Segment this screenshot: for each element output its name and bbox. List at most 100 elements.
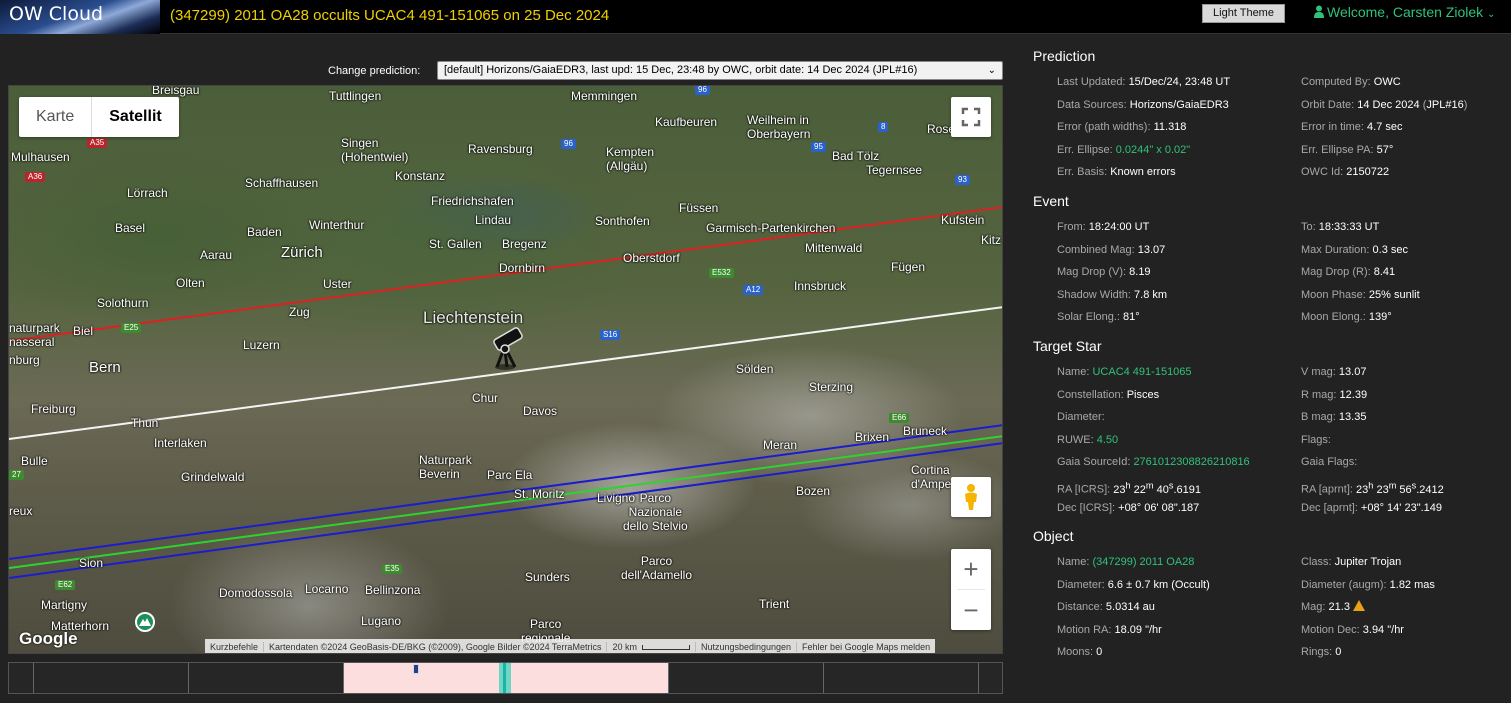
map-label: Sölden	[736, 362, 774, 376]
info-row: Flags:	[1301, 433, 1331, 446]
map-type-karte-button[interactable]: Karte	[19, 97, 91, 137]
map-label: Zug	[289, 305, 310, 319]
road-shield: 96	[561, 139, 576, 149]
prediction-select[interactable]: [default] Horizons/GaiaEDR3, last upd: 1…	[437, 61, 1003, 80]
map-label: St. Gallen	[429, 237, 482, 251]
gaia-source-link[interactable]: 2761012308826210816	[1133, 456, 1249, 468]
map-label: Zürich	[281, 244, 323, 261]
app-logo[interactable]: OW Cloud	[0, 0, 160, 34]
street-view-pegman-button[interactable]	[951, 477, 991, 517]
error-ellipse-link[interactable]: 0.0244" x 0.02"	[1116, 144, 1190, 156]
ruwe-link[interactable]: 4.50	[1097, 434, 1118, 446]
target-star-title: Target Star	[1033, 337, 1102, 354]
info-row: Constellation: Pisces	[1057, 388, 1160, 401]
report-error-link[interactable]: Fehler bei Google Maps melden	[796, 641, 935, 652]
zoom-in-button[interactable]: +	[951, 549, 991, 589]
info-row: Mag Drop (V): 8.19	[1057, 266, 1151, 279]
map-data-credit[interactable]: Kartendaten ©2024 GeoBasis-DE/BKG (©2009…	[263, 641, 606, 652]
info-row: Computed By: OWC	[1301, 76, 1401, 88]
info-row: Diameter (augm): 1.82 mas	[1301, 578, 1435, 591]
map-label: Grindelwald	[181, 470, 245, 484]
map-label: Uster	[323, 277, 352, 291]
map-label: Chur	[472, 391, 499, 405]
road-shield: S16	[600, 330, 621, 340]
map-label: Thun	[131, 416, 159, 430]
road-shield: E532	[709, 268, 734, 278]
map-label: nburg	[9, 353, 40, 367]
info-row: Moon Phase: 25% sunlit	[1301, 288, 1420, 301]
info-row: R mag: 12.39	[1301, 388, 1368, 401]
map-label: Brixen	[855, 430, 890, 444]
info-row: Error (path widths): 11.318	[1057, 121, 1187, 134]
map-label: Friedrichshafen	[431, 194, 514, 208]
map-label: naturpark	[9, 321, 60, 335]
map-label: Garmisch-Partenkirchen	[706, 221, 836, 235]
map-label: Bad Tölz	[832, 149, 880, 163]
info-row: Motion RA: 18.09 "/hr	[1057, 623, 1162, 636]
zoom-out-button[interactable]: −	[951, 590, 991, 630]
map-label: Locarno	[305, 582, 349, 596]
terms-link[interactable]: Nutzungsbedingungen	[694, 641, 796, 652]
map-label: reux	[9, 504, 33, 518]
south-limit-line	[9, 435, 1002, 569]
map-label: Kitz	[981, 233, 1002, 247]
prediction-title: Prediction	[1033, 48, 1096, 64]
map-label: Kempten (Allgäu)	[606, 145, 655, 173]
warning-icon[interactable]	[1352, 600, 1365, 612]
map-label: Olten	[176, 276, 205, 290]
map-label: Parco dell'Adamello	[621, 554, 692, 582]
map-label: Parco Nazionale dello Stelvio	[623, 491, 688, 533]
info-row: Moon Elong.: 139°	[1301, 311, 1392, 324]
map-label: Domodossola	[219, 586, 293, 600]
map-label: Aarau	[200, 248, 233, 262]
object-title: Object	[1033, 528, 1074, 545]
user-menu[interactable]: Welcome, Carsten Ziolek ⌄	[1314, 4, 1495, 20]
time-slider[interactable]	[8, 662, 1003, 694]
keyboard-shortcuts-link[interactable]: Kurzbefehle	[205, 642, 263, 652]
scale-bar[interactable]: 20 km	[606, 641, 695, 652]
mountain-poi-icon[interactable]	[135, 612, 155, 632]
road-shield: A36	[25, 172, 46, 182]
telescope-marker-icon[interactable]	[489, 323, 527, 376]
app-logo-text: OW Cloud	[9, 3, 104, 25]
timeline-handle[interactable]	[413, 664, 419, 674]
fullscreen-icon	[961, 107, 981, 127]
map-type-toggle: Karte Satellit	[19, 97, 179, 137]
road-shield: 8	[878, 122, 889, 132]
road-shield: A35	[87, 138, 108, 148]
road-shield: 95	[811, 142, 826, 152]
map-label: Bern	[89, 359, 121, 376]
map-label: Konstanz	[395, 169, 446, 183]
map-view[interactable]: Breisgau Tuttlingen Memmingen Mulhausen …	[8, 85, 1003, 654]
object-name-link[interactable]: (347299) 2011 OA28	[1092, 556, 1194, 568]
prediction-section: Prediction Last Updated: 15/Dec/24, 23:4…	[1033, 48, 1503, 184]
object-section: Object Name: (347299) 2011 OA28 Class: J…	[1033, 528, 1503, 664]
map-label: Ravensburg	[468, 142, 533, 156]
map-attribution: Kurzbefehle Kartendaten ©2024 GeoBasis-D…	[205, 639, 936, 653]
map-label: Lugano	[361, 614, 402, 628]
map-type-satellit-button[interactable]: Satellit	[91, 97, 178, 137]
info-row: Orbit Date: 14 Dec 2024 (JPL#16)	[1301, 98, 1468, 111]
light-theme-button[interactable]: Light Theme	[1202, 4, 1285, 23]
user-icon	[1314, 5, 1324, 18]
map-label: Freiburg	[31, 402, 76, 416]
info-row: Diameter:	[1057, 411, 1105, 424]
info-row: Max Duration: 0.3 sec	[1301, 243, 1409, 256]
map-label: Sion	[79, 556, 104, 570]
road-shield: E35	[382, 564, 403, 574]
timeline-tick	[823, 663, 824, 693]
map-label: Fügen	[891, 260, 926, 274]
road-shield: E25	[121, 323, 142, 333]
map-label: Sterzing	[809, 380, 854, 394]
fullscreen-button[interactable]	[951, 97, 991, 137]
event-title-heading: Event	[1033, 192, 1069, 209]
map-label: Sonthofen	[595, 214, 650, 228]
road-shield: 96	[695, 86, 710, 95]
road-shield: 27	[9, 470, 24, 480]
info-row: Error in time: 4.7 sec	[1301, 121, 1403, 134]
map-label: Füssen	[679, 201, 719, 215]
map-label: Meran	[763, 438, 798, 452]
map-label: Weilheim in Oberbayern	[747, 113, 811, 141]
star-name-link[interactable]: UCAC4 491-151065	[1092, 366, 1191, 378]
event-section: Event From: 18:24:00 UT To: 18:33:33 UT …	[1033, 193, 1503, 329]
